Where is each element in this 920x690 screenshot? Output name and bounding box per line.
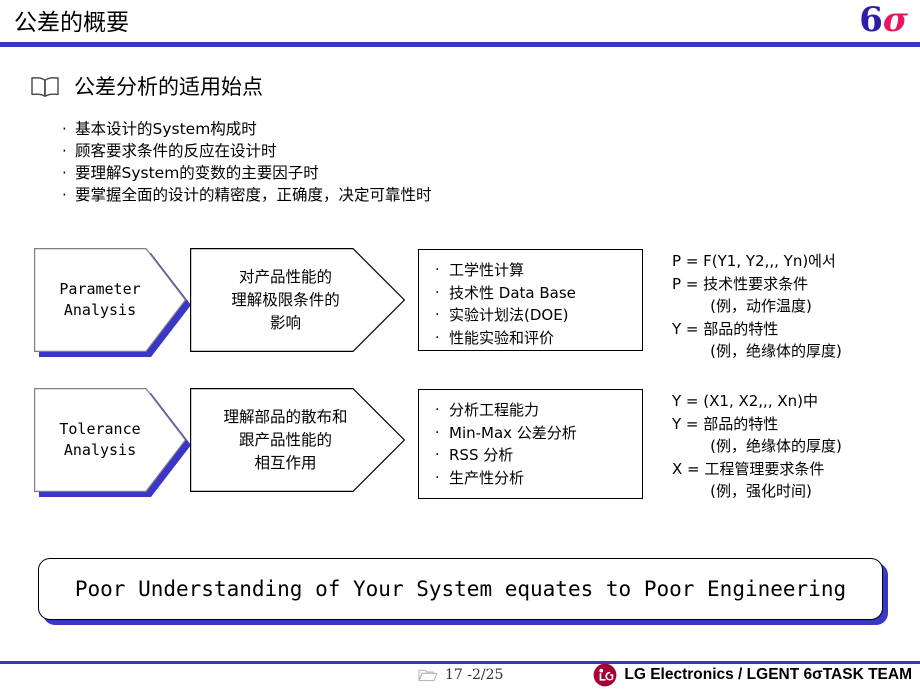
folder-icon [418,668,438,682]
stage-pentagon-parameter-analysis: Parameter Analysis [34,248,191,357]
list-item: · RSS 分析 [435,444,632,467]
list-item: · Min-Max 公差分析 [435,422,632,445]
stage-pentagon-label: Tolerance Analysis [34,388,166,492]
list-item: · 生产性分析 [435,467,632,490]
list-item-label: 分析工程能力 [449,401,540,419]
open-book-icon [30,75,60,99]
description-line2: 跟产品性能的 [238,430,332,449]
footer-brand-label: LG Electronics / LGENT 6σTASK TEAM [624,666,912,683]
list-item: · 技术性 Data Base [435,282,632,305]
intro-bullet-list: · 基本设计的System构成时 · 顾客要求条件的反应在设计时 · 要理解Sy… [62,118,622,206]
description-pentagon-label: 理解部品的散布和 跟产品性能的 相互作用 [198,388,373,492]
list-item: · 顾客要求条件的反应在设计时 [62,140,622,162]
bullet-dot-icon: · [435,307,440,323]
six-sigma-logo-six: 6 [859,0,883,40]
six-sigma-logo-sigma: σ [882,0,908,40]
list-item-label: 基本设计的System构成时 [75,120,257,138]
page-title: 公差的概要 [14,10,129,36]
bullet-dot-icon: · [435,469,440,486]
list-item-label: 生产性分析 [449,468,525,487]
bullet-dot-icon: · [62,120,67,138]
summary-banner: Poor Understanding of Your System equate… [38,558,888,625]
list-item: · 分析工程能力 [435,399,632,422]
list-item-label: 顾客要求条件的反应在设计时 [75,142,277,160]
bullet-dot-icon: · [435,284,440,301]
lg-logo-icon [593,663,617,687]
list-item: · 基本设计的System构成时 [62,118,622,140]
six-sigma-logo: 6σ [859,1,908,39]
list-item: · 工学性计算 [435,259,632,282]
bullet-dot-icon: · [435,402,440,418]
equation-line: X = 工程管理要求条件 [672,459,825,478]
list-item: · 实验计划法(DOE) [435,304,632,327]
equation-line: Y = 部品的特性 [672,414,779,433]
header-divider [0,42,920,47]
equation-block-parameter-analysis: P = F(Y1, Y2,,, Yn)에서 P = 技术性要求条件 (例，动作温… [672,250,842,363]
description-pentagon-label: 对产品性能的 理解极限条件的 影响 [198,248,373,352]
section-heading-label: 公差分析的适用始点 [74,75,263,99]
summary-banner-box: Poor Understanding of Your System equate… [38,558,883,620]
footer-page-label: 17 -2/25 [445,667,504,683]
stage-label-line2: Analysis [63,301,137,319]
list-item-label: 技术性 Data Base [449,283,576,302]
bullet-dot-icon: · [62,164,67,182]
bullet-dot-icon: · [435,262,440,278]
summary-banner-text: Poor Understanding of Your System equate… [74,577,847,601]
stage-label-line2: Analysis [63,441,137,459]
description-line1: 理解部品的散布和 [223,407,348,426]
bullet-dot-icon: · [435,447,440,463]
stage-label-line1: Tolerance [59,420,141,438]
equation-line: (例，动作温度) [672,297,812,315]
bullet-dot-icon: · [435,329,440,346]
flow-row-tolerance-analysis: Tolerance Analysis 理解部品的散布和 跟产品性能的 相互作用 … [0,388,920,500]
list-item-label: 要理解System的变数的主要因子时 [75,164,319,182]
description-pentagon-parameter-analysis: 对产品性能的 理解极限条件的 影响 [190,248,405,352]
methods-box-tolerance-analysis: · 分析工程能力 · Min-Max 公差分析 · RSS 分析 · 生产性分析 [418,389,643,499]
stage-pentagon-label: Parameter Analysis [34,248,166,352]
bullet-dot-icon: · [62,142,67,160]
flow-row-parameter-analysis: Parameter Analysis 对产品性能的 理解极限条件的 影响 · 工… [0,248,920,360]
footer-page-indicator: 17 -2/25 [418,666,503,684]
equation-line: (例，强化时间) [672,482,812,500]
stage-pentagon-tolerance-analysis: Tolerance Analysis [34,388,191,497]
footer-brand: LG Electronics / LGENT 6σTASK TEAM [593,663,912,687]
list-item-label: 要掌握全面的设计的精密度，正确度，决定可靠性时 [75,186,432,204]
list-item-label: 工学性计算 [449,261,525,279]
equation-block-tolerance-analysis: Y = (X1, X2,,, Xn)中 Y = 部品的特性 (例，绝缘体的厚度)… [672,390,842,503]
methods-box-parameter-analysis: · 工学性计算 · 技术性 Data Base · 实验计划法(DOE) · 性… [418,249,643,351]
description-line1: 对产品性能的 [238,267,332,286]
description-line3: 影响 [269,313,301,332]
description-line2: 理解极限条件的 [231,290,340,309]
list-item: · 要理解System的变数的主要因子时 [62,162,622,184]
stage-label-line1: Parameter [59,280,141,298]
list-item-label: Min-Max 公差分析 [449,423,577,442]
list-item-label: 实验计划法(DOE) [449,306,569,324]
list-item-label: RSS 分析 [449,446,514,464]
list-item: · 性能实验和评价 [435,327,632,350]
list-item-label: 性能实验和评价 [449,328,555,347]
equation-line: P = 技术性要求条件 [672,274,809,293]
equation-line: Y = 部品的特性 [672,319,779,338]
description-pentagon-tolerance-analysis: 理解部品的散布和 跟产品性能的 相互作用 [190,388,405,492]
description-line3: 相互作用 [254,453,317,472]
equation-line: P = F(Y1, Y2,,, Yn)에서 [672,252,836,270]
bullet-dot-icon: · [435,424,440,441]
equation-line: Y = (X1, X2,,, Xn)中 [672,392,819,410]
section-heading: 公差分析的适用始点 [30,74,263,100]
equation-line: (例，绝缘体的厚度) [672,342,842,360]
list-item: · 要掌握全面的设计的精密度，正确度，决定可靠性时 [62,184,622,206]
equation-line: (例，绝缘体的厚度) [672,437,842,455]
bullet-dot-icon: · [62,186,67,204]
